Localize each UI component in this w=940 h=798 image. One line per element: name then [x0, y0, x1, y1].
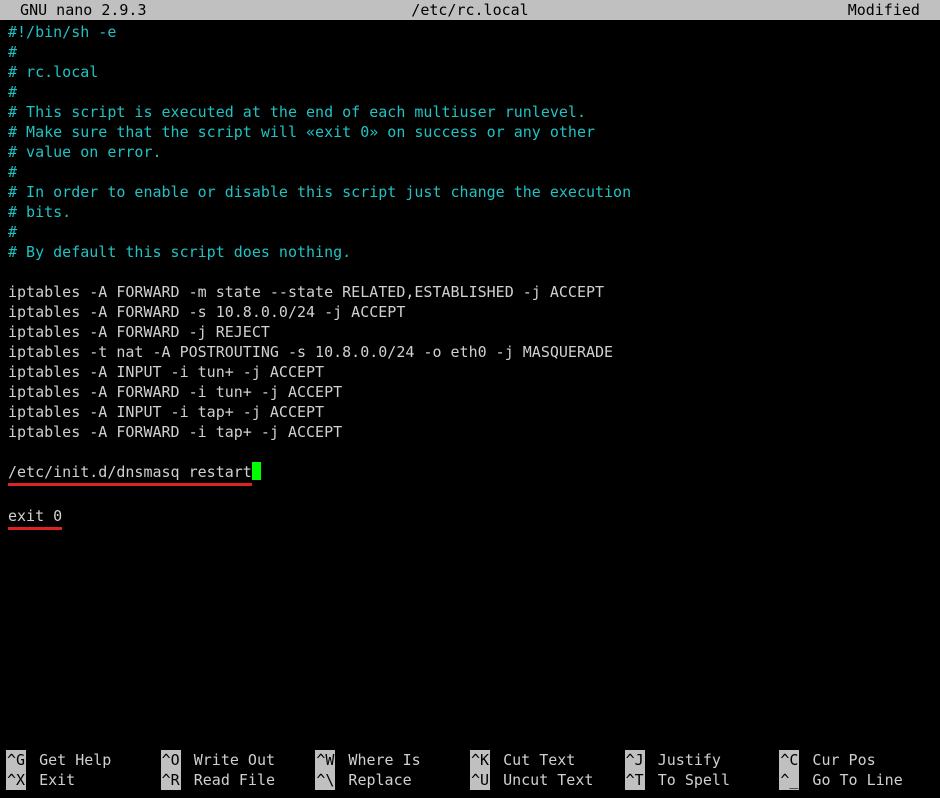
title-bar: GNU nano 2.9.3 /etc/rc.local Modified [0, 0, 940, 20]
shortcut-label: Read File [185, 770, 275, 790]
shortcut-label: Go To Line [803, 770, 902, 790]
shortcut-item[interactable]: ^J Justify [625, 750, 780, 770]
shortcut-item[interactable]: ^G Get Help [6, 750, 161, 770]
shortcut-item[interactable]: ^C Cur Pos [779, 750, 934, 770]
shortcut-bar: ^G Get Help^O Write Out^W Where Is^K Cut… [6, 750, 934, 790]
shortcut-item[interactable]: ^T To Spell [625, 770, 780, 790]
shortcut-item[interactable]: ^W Where Is [315, 750, 470, 770]
shortcut-label: Where Is [339, 750, 420, 770]
shortcut-key: ^T [625, 770, 645, 790]
status-modified: Modified [848, 0, 938, 20]
editor-line[interactable]: # By default this script does nothing. [8, 242, 932, 262]
editor-line[interactable]: iptables -A FORWARD -j REJECT [8, 322, 932, 342]
shortcut-label: Write Out [185, 750, 275, 770]
shortcut-item[interactable]: ^_ Go To Line [779, 770, 934, 790]
shortcut-item[interactable]: ^K Cut Text [470, 750, 625, 770]
shortcut-item[interactable]: ^X Exit [6, 770, 161, 790]
shortcut-label: Uncut Text [494, 770, 593, 790]
editor-line[interactable]: iptables -A INPUT -i tap+ -j ACCEPT [8, 402, 932, 422]
editor-line[interactable]: # Make sure that the script will «exit 0… [8, 122, 932, 142]
shortcut-key: ^\ [315, 770, 335, 790]
highlighted-line[interactable]: /etc/init.d/dnsmasq restart [8, 462, 252, 486]
editor-line[interactable]: #!/bin/sh -e [8, 22, 932, 42]
shortcut-item[interactable]: ^O Write Out [161, 750, 316, 770]
editor-line[interactable]: exit 0 [8, 506, 932, 530]
shortcut-item[interactable]: ^U Uncut Text [470, 770, 625, 790]
editor-line[interactable] [8, 262, 932, 282]
editor-line[interactable]: # In order to enable or disable this scr… [8, 182, 932, 202]
editor-line[interactable]: iptables -t nat -A POSTROUTING -s 10.8.0… [8, 342, 932, 362]
editor-line[interactable]: # [8, 82, 932, 102]
shortcut-label: Justify [649, 750, 721, 770]
shortcut-key: ^G [6, 750, 26, 770]
editor-area[interactable]: #!/bin/sh -e## rc.local## This script is… [0, 20, 940, 530]
shortcut-label: Cur Pos [803, 750, 875, 770]
shortcut-key: ^W [315, 750, 335, 770]
editor-line[interactable]: # [8, 42, 932, 62]
shortcut-key: ^J [625, 750, 645, 770]
editor-line[interactable]: iptables -A FORWARD -m state --state REL… [8, 282, 932, 302]
editor-line[interactable]: # [8, 222, 932, 242]
shortcut-label: To Spell [649, 770, 730, 790]
shortcut-key: ^C [779, 750, 799, 770]
shortcut-label: Exit [30, 770, 75, 790]
highlighted-line[interactable]: exit 0 [8, 506, 62, 530]
shortcut-label: Cut Text [494, 750, 575, 770]
editor-line[interactable]: iptables -A FORWARD -s 10.8.0.0/24 -j AC… [8, 302, 932, 322]
editor-line[interactable]: /etc/init.d/dnsmasq restart [8, 462, 932, 486]
editor-line[interactable]: iptables -A FORWARD -i tun+ -j ACCEPT [8, 382, 932, 402]
editor-line[interactable]: # value on error. [8, 142, 932, 162]
shortcut-key: ^_ [779, 770, 799, 790]
editor-line[interactable]: # This script is executed at the end of … [8, 102, 932, 122]
editor-line[interactable]: iptables -A INPUT -i tun+ -j ACCEPT [8, 362, 932, 382]
shortcut-key: ^U [470, 770, 490, 790]
editor-line[interactable] [8, 486, 932, 506]
editor-line[interactable]: # bits. [8, 202, 932, 222]
shortcut-key: ^X [6, 770, 26, 790]
text-cursor [252, 462, 261, 480]
shortcut-key: ^K [470, 750, 490, 770]
shortcut-key: ^R [161, 770, 181, 790]
shortcut-key: ^O [161, 750, 181, 770]
app-name-version: GNU nano 2.9.3 [2, 0, 147, 20]
editor-line[interactable]: iptables -A FORWARD -i tap+ -j ACCEPT [8, 422, 932, 442]
editor-line[interactable]: # [8, 162, 932, 182]
shortcut-item[interactable]: ^R Read File [161, 770, 316, 790]
shortcut-item[interactable]: ^\ Replace [315, 770, 470, 790]
editor-line[interactable] [8, 442, 932, 462]
shortcut-label: Get Help [30, 750, 111, 770]
editor-line[interactable]: # rc.local [8, 62, 932, 82]
shortcut-label: Replace [339, 770, 411, 790]
